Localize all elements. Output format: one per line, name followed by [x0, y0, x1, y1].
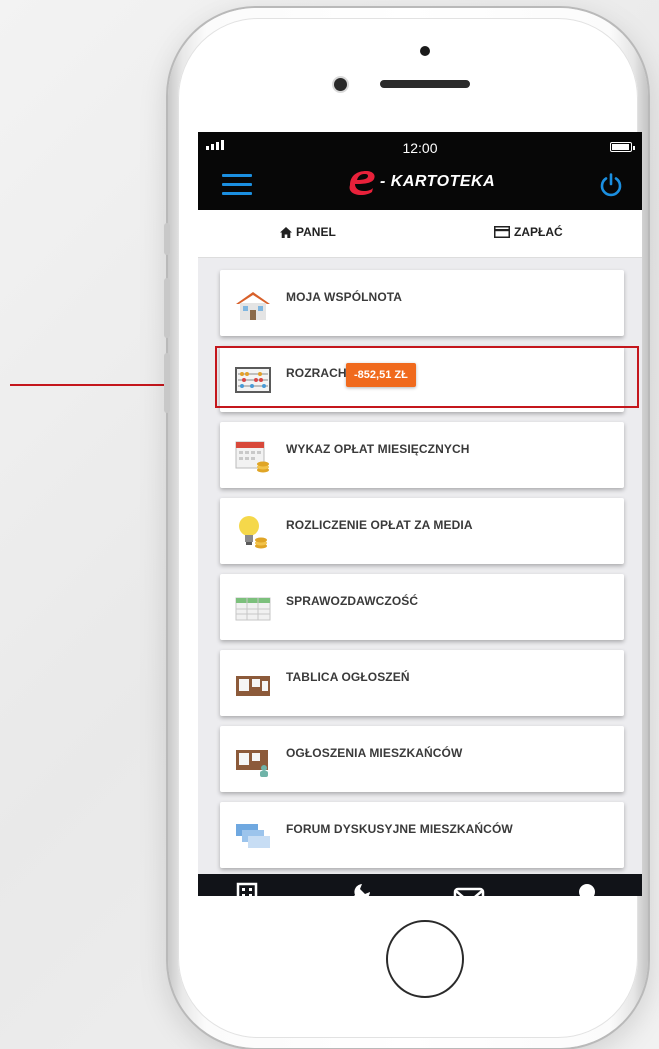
power-icon[interactable]	[598, 172, 624, 198]
tab-pay-label: ZAPŁAĆ	[514, 225, 563, 239]
menu-icon[interactable]	[222, 174, 252, 196]
menu-item-sprawozdawczosc[interactable]: SPRAWOZDAWCZOŚĆ	[220, 574, 624, 640]
building-icon[interactable]	[230, 882, 264, 896]
menu-item-label: FORUM DYSKUSYJNE MIESZKAŃCÓW	[286, 822, 513, 836]
app-logo: - KARTOTEKA	[346, 168, 495, 196]
app-screen: 12:00 - KARTOTEKA PANEL ZAPŁAĆ MOJA WSPÓ…	[198, 132, 642, 896]
wrench-icon[interactable]	[338, 882, 372, 896]
mail-icon[interactable]	[452, 882, 486, 896]
volume-up-button	[164, 278, 170, 338]
tab-pay[interactable]: ZAPŁAĆ	[494, 225, 563, 239]
bottom-nav	[198, 874, 642, 896]
board-person-icon	[236, 750, 268, 777]
menu-item-label: OGŁOSZENIA MIESZKAŃCÓW	[286, 746, 463, 760]
tab-panel-label: PANEL	[296, 225, 336, 239]
tab-panel[interactable]: PANEL	[280, 225, 336, 239]
status-time: 12:00	[402, 140, 438, 156]
menu-item-rozliczenie-mediow[interactable]: ROZLICZENIE OPŁAT ZA MEDIA	[220, 498, 624, 564]
card-icon	[494, 226, 510, 238]
app-title: - KARTOTEKA	[380, 173, 496, 190]
menu-item-label: SPRAWOZDAWCZOŚĆ	[286, 594, 419, 608]
menu-item-moja-wspolnota[interactable]: MOJA WSPÓLNOTA	[220, 270, 624, 336]
house-icon	[236, 292, 270, 320]
menu-item-tablica-ogloszen[interactable]: TABLICA OGŁOSZEŃ	[220, 650, 624, 716]
home-button[interactable]	[386, 920, 464, 998]
chat-icon	[236, 824, 270, 848]
home-icon	[280, 226, 292, 238]
mute-switch	[164, 223, 170, 255]
logo-e-icon	[349, 171, 375, 195]
menu-item-label: TABLICA OGŁOSZEŃ	[286, 670, 410, 684]
app-header: 12:00 - KARTOTEKA	[198, 132, 642, 210]
menu-item-forum[interactable]: FORUM DYSKUSYJNE MIESZKAŃCÓW	[220, 802, 624, 868]
calendar-coins-icon	[235, 441, 269, 473]
sensor-dot	[420, 46, 430, 56]
tab-bar: PANEL ZAPŁAĆ	[198, 210, 642, 258]
menu-item-label: MOJA WSPÓLNOTA	[286, 290, 403, 304]
earpiece-speaker	[380, 80, 470, 88]
menu-item-ogloszenia-mieszkancow[interactable]: OGŁOSZENIA MIESZKAŃCÓW	[220, 726, 624, 792]
board-icon	[236, 676, 270, 696]
menu-item-label: ROZLICZENIE OPŁAT ZA MEDIA	[286, 518, 473, 532]
user-icon[interactable]	[570, 882, 604, 896]
menu-item-label: WYKAZ OPŁAT MIESIĘCZNYCH	[286, 442, 470, 456]
volume-down-button	[164, 353, 170, 413]
spreadsheet-icon	[235, 597, 271, 621]
bulb-icon	[239, 516, 267, 549]
menu-item-wykaz-oplat[interactable]: WYKAZ OPŁAT MIESIĘCZNYCH	[220, 422, 624, 488]
front-camera	[334, 78, 347, 91]
annotation-highlight-box	[215, 346, 639, 408]
battery-icon	[610, 142, 635, 152]
